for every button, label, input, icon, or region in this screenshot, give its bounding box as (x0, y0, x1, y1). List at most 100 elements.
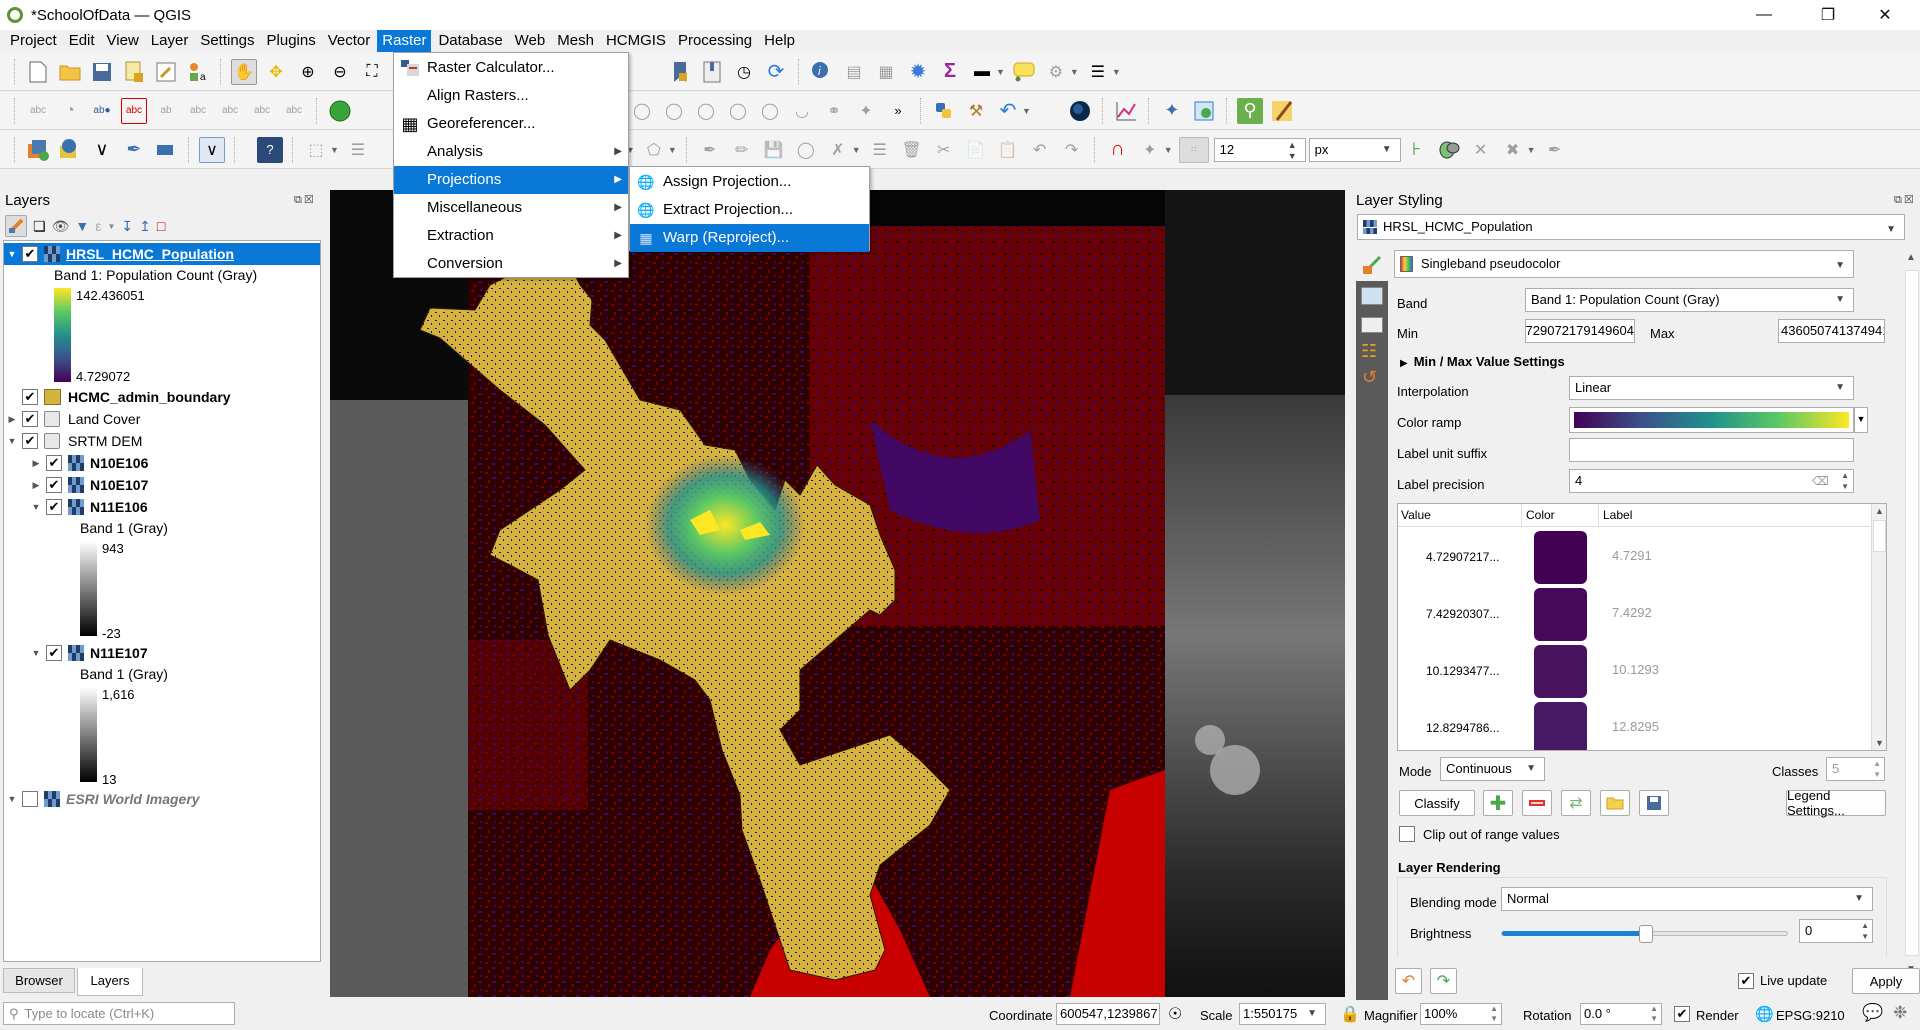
menu-view[interactable]: View (102, 30, 144, 52)
new-shapefile-icon[interactable]: ∨ (89, 137, 115, 163)
geometry-checker-icon[interactable]: ✦ (1159, 98, 1185, 124)
expand-icon[interactable]: ▶ (30, 458, 42, 469)
layer-item-admin-boundary[interactable]: ✔ HCMC_admin_boundary (4, 386, 231, 408)
menu-raster[interactable]: Raster (377, 30, 432, 52)
row-color-swatch[interactable] (1534, 588, 1587, 641)
coordinate-field[interactable]: 600547,1239867 (1056, 1003, 1160, 1025)
row-label[interactable]: 12.8295 (1612, 719, 1659, 734)
row-color-swatch[interactable] (1534, 531, 1587, 584)
color-ramp-dropdown[interactable]: ▼ (1854, 407, 1868, 433)
undo-icon[interactable]: ↶ (1027, 137, 1053, 163)
avoid-overlap-icon[interactable] (1436, 137, 1462, 163)
expand-all-icon[interactable]: ↧ (121, 218, 133, 235)
magnifier-spinbox[interactable]: 100% ▲ ▼ (1420, 1003, 1502, 1025)
dock-float-close-icon[interactable]: ⧉☒ (294, 193, 316, 207)
menu-mesh[interactable]: Mesh (552, 30, 599, 52)
history-tab-icon[interactable]: ↺ (1362, 367, 1377, 388)
row-label[interactable]: 4.7291 (1612, 548, 1652, 563)
layer-visibility-checkbox[interactable]: ✔ (22, 246, 38, 262)
color-table-row[interactable]: 4.72907217... 4.7291 (1398, 530, 1870, 586)
menu-item-miscellaneous[interactable]: Miscellaneous ▶ (394, 194, 628, 222)
highlight-labels-icon[interactable]: abc (121, 97, 147, 124)
brightness-spinbox[interactable]: 0 ▲ ▼ (1799, 919, 1873, 943)
help-icon[interactable]: ? (257, 136, 283, 163)
filter-legend-icon[interactable]: ▼ (75, 218, 89, 234)
filter-expression-dropdown[interactable]: ▼ (107, 222, 115, 231)
new-geopackage-icon[interactable] (57, 137, 83, 163)
digitize-icon[interactable]: ∨ (199, 136, 225, 163)
spin-arrows-icon[interactable]: ▲ ▼ (1490, 1004, 1498, 1024)
filter-expression-icon[interactable]: ε (95, 218, 101, 234)
row-value[interactable]: 12.8294786... (1426, 721, 1499, 735)
add-ring-icon[interactable]: ◯ (629, 98, 655, 124)
redo-button[interactable]: ↷ (1430, 968, 1457, 994)
color-table-scrollbar[interactable]: ▲ ▼ (1871, 504, 1886, 750)
select-dropdown[interactable]: ▼ (330, 145, 339, 155)
group-item-land-cover[interactable]: ▶ ✔ Land Cover (4, 408, 140, 430)
mode-combo[interactable]: Continuous ▼ (1440, 757, 1545, 781)
row-label[interactable]: 7.4292 (1612, 605, 1652, 620)
tracing-icon[interactable]: ✖ (1500, 137, 1526, 163)
spin-arrows-icon[interactable]: ▲ ▼ (1650, 1004, 1658, 1024)
collapse-icon[interactable]: ▼ (30, 502, 42, 512)
spin-arrows-icon[interactable]: ▲ ▼ (1861, 920, 1869, 942)
crs-globe-icon[interactable]: 🌐 (1755, 1005, 1774, 1023)
rotation-spinbox[interactable]: 0.0 ° ▲ ▼ (1580, 1003, 1662, 1025)
toolbar-handle[interactable] (14, 136, 16, 163)
remove-layer-icon[interactable]: □ (157, 218, 165, 234)
self-snapping-icon[interactable]: ✒ (1542, 137, 1568, 163)
save-project-icon[interactable] (89, 59, 115, 85)
style-panel-icon[interactable] (5, 215, 27, 237)
menu-hcmgis[interactable]: HCMGIS (601, 30, 671, 52)
pin-labels-icon[interactable]: ab● (89, 98, 115, 124)
locator-search[interactable]: ⚲ Type to locate (Ctrl+K) (3, 1002, 235, 1025)
snap-type-icon[interactable]: ∷ (1178, 136, 1209, 163)
layer-selector-combo[interactable]: HRSL_HCMC_Population ▼ (1357, 214, 1905, 240)
label-tool-icon[interactable]: abc (25, 98, 51, 124)
new-project-icon[interactable] (25, 59, 51, 85)
undo-history-icon[interactable]: ↶ (995, 98, 1021, 124)
row-value[interactable]: 7.42920307... (1426, 607, 1499, 621)
new-virtual-layer-icon[interactable] (153, 137, 179, 163)
menu-layer[interactable]: Layer (146, 30, 194, 52)
edit-label-icon[interactable]: abc (281, 98, 307, 124)
scrollbar-thumb[interactable] (1905, 270, 1919, 956)
menu-item-extraction[interactable]: Extraction ▶ (394, 222, 628, 250)
load-colormap-button[interactable] (1600, 790, 1630, 816)
tracing-dropdown[interactable]: ▼ (1527, 145, 1536, 155)
layer-visibility-checkbox[interactable]: ✔ (46, 455, 62, 471)
snapping-unit-combo[interactable]: px ▼ (1308, 137, 1401, 162)
map-canvas[interactable] (330, 190, 1345, 997)
toolbar-handle[interactable] (14, 58, 16, 85)
add-part-icon[interactable]: ◯ (661, 98, 687, 124)
zoom-in-icon[interactable]: ⊕ (295, 59, 321, 85)
data-plotly-icon[interactable] (1113, 98, 1139, 124)
delete-selected-icon[interactable]: 🗑 (899, 137, 925, 163)
layer-item-n11e107[interactable]: ▼ ✔ N11E107 (30, 642, 148, 664)
layer-item-esri-world-imagery[interactable]: ▼ ESRI World Imagery (4, 788, 200, 810)
pan-map-icon[interactable]: ✋ (231, 58, 257, 85)
modify-attributes-icon[interactable]: ☰ (867, 137, 893, 163)
row-value[interactable]: 4.72907217... (1426, 550, 1499, 564)
delete-part-icon[interactable]: ◯ (757, 98, 783, 124)
spin-arrows-icon[interactable]: ▲ ▼ (1841, 470, 1849, 492)
restore-icon[interactable]: ❐ (1805, 0, 1851, 30)
menu-item-conversion[interactable]: Conversion ▶ (394, 250, 628, 278)
scroll-down-icon[interactable]: ▼ (1875, 738, 1884, 748)
data-source-manager-icon[interactable] (25, 137, 51, 163)
field-calculator-icon[interactable]: ▦ (873, 59, 899, 85)
annotations-dropdown[interactable]: ▼ (1112, 67, 1121, 77)
change-label-icon[interactable]: abc (249, 98, 275, 124)
fill-ring-icon[interactable]: ◯ (693, 98, 719, 124)
layer-item-n10e106[interactable]: ▶ ✔ N10E106 (30, 452, 148, 474)
symbology-tab-icon[interactable] (1362, 255, 1384, 280)
snap-intersection-icon[interactable]: ✕ (1468, 137, 1494, 163)
new-print-layout-icon[interactable] (121, 59, 147, 85)
new-bookmark-icon[interactable] (667, 59, 693, 85)
move-label-icon[interactable]: ab (153, 98, 179, 124)
menu-edit[interactable]: Edit (64, 30, 100, 52)
actions-dropdown[interactable]: ▼ (1070, 67, 1079, 77)
annotations-icon[interactable]: ☰ (1085, 59, 1111, 85)
menu-plugins[interactable]: Plugins (262, 30, 321, 52)
scroll-up-icon[interactable]: ▲ (1906, 252, 1916, 263)
